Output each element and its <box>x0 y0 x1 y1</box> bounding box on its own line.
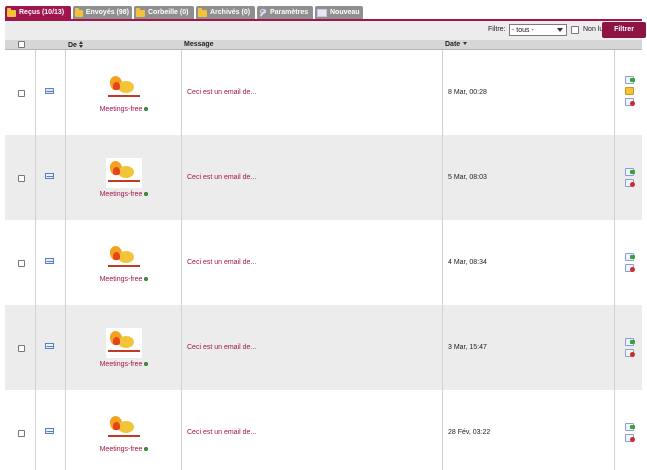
message-date: 5 Mar, 08:03 <box>448 174 487 181</box>
tab-label: Corbeille (0) <box>148 9 189 16</box>
delete-icon[interactable] <box>625 98 635 106</box>
message-date: 8 Mar, 00:28 <box>448 89 487 96</box>
avatar[interactable] <box>106 73 142 103</box>
online-status-icon <box>144 192 149 196</box>
sender-link[interactable]: Meetings-free <box>98 191 150 198</box>
reply-icon[interactable] <box>625 423 635 431</box>
tab-label: Nouveau <box>330 9 360 16</box>
table-row[interactable]: Meetings-free Ceci est un email de... 4 … <box>5 220 642 306</box>
row-checkbox[interactable] <box>18 175 25 182</box>
tab-sent[interactable]: Envoyés (98) <box>73 6 132 20</box>
online-status-icon <box>144 362 149 366</box>
reply-icon[interactable] <box>625 338 635 346</box>
column-from[interactable]: De <box>68 41 84 49</box>
delete-icon[interactable] <box>625 264 635 272</box>
tab-label: Envoyés (98) <box>85 9 129 16</box>
sort-down-icon <box>463 42 468 45</box>
archive-icon[interactable] <box>625 87 634 95</box>
sender-name: Meetings-free <box>99 361 143 368</box>
sender-name: Meetings-free <box>99 446 143 453</box>
unread-envelope-icon <box>45 173 54 179</box>
message-date: 28 Fév, 03:22 <box>448 429 491 436</box>
message-date: 4 Mar, 08:34 <box>448 259 487 266</box>
unread-label: Non lu <box>583 26 604 33</box>
folder-icon <box>136 7 145 17</box>
unread-envelope-icon <box>45 343 54 349</box>
avatar[interactable] <box>106 413 142 443</box>
table-row[interactable]: Meetings-free Ceci est un email de... 28… <box>5 390 642 470</box>
table-header: De Message Date <box>5 40 642 50</box>
sender-name: Meetings-free <box>99 106 143 113</box>
table-row[interactable]: Meetings-free Ceci est un email de... 5 … <box>5 135 642 221</box>
column-from-label: De <box>68 42 77 49</box>
row-checkbox[interactable] <box>18 430 25 437</box>
sender-link[interactable]: Meetings-free <box>98 106 150 113</box>
tab-label: Archivés (0) <box>210 9 251 16</box>
column-date-label: Date <box>445 41 461 48</box>
select-all-checkbox[interactable] <box>18 41 25 48</box>
avatar[interactable] <box>106 328 142 358</box>
table-row[interactable]: Meetings-free Ceci est un email de... 3 … <box>5 305 642 391</box>
table-row[interactable]: Meetings-free Ceci est un email de... 8 … <box>5 50 642 136</box>
filter-select[interactable]: - tous - <box>509 24 567 36</box>
row-checkbox[interactable] <box>18 345 25 352</box>
column-message: Message <box>184 41 214 48</box>
tab-trash[interactable]: Corbeille (0) <box>134 6 194 20</box>
folder-icon <box>198 7 207 17</box>
online-status-icon <box>144 107 149 111</box>
folder-icon <box>75 7 83 17</box>
sender-name: Meetings-free <box>99 191 143 198</box>
delete-icon[interactable] <box>625 434 635 442</box>
row-checkbox[interactable] <box>18 90 25 97</box>
tab-label: Reçus (10/13) <box>19 9 65 16</box>
filter-button[interactable]: Filtrer <box>602 22 646 38</box>
folder-icon <box>7 7 16 17</box>
delete-icon[interactable] <box>625 349 635 357</box>
chevron-down-icon <box>557 28 563 32</box>
message-preview[interactable]: Ceci est un email de... <box>187 89 256 96</box>
new-mail-icon <box>317 9 327 17</box>
message-preview[interactable]: Ceci est un email de... <box>187 429 256 436</box>
sender-link[interactable]: Meetings-free <box>98 446 150 453</box>
sender-link[interactable]: Meetings-free <box>98 361 150 368</box>
read-envelope-icon <box>45 88 54 94</box>
delete-icon[interactable] <box>625 179 635 187</box>
message-date: 3 Mar, 15:47 <box>448 344 487 351</box>
avatar[interactable] <box>106 243 142 273</box>
online-status-icon <box>144 447 149 451</box>
online-status-icon <box>144 277 149 281</box>
column-date[interactable]: Date <box>445 41 468 48</box>
unread-checkbox[interactable] <box>571 26 579 34</box>
message-preview[interactable]: Ceci est un email de... <box>187 174 256 181</box>
sender-name: Meetings-free <box>99 276 143 283</box>
sender-link[interactable]: Meetings-free <box>98 276 150 283</box>
filter-select-value: - tous - <box>512 27 534 34</box>
tab-label: Paramètres <box>270 9 309 16</box>
reply-icon[interactable] <box>625 76 635 84</box>
tab-settings[interactable]: Paramètres <box>257 6 313 20</box>
unread-envelope-icon <box>45 258 54 264</box>
sort-icon <box>78 41 84 48</box>
tab-archived[interactable]: Archivés (0) <box>196 6 255 20</box>
wrench-icon <box>259 9 267 17</box>
message-preview[interactable]: Ceci est un email de... <box>187 344 256 351</box>
unread-envelope-icon <box>45 428 54 434</box>
filter-bar: Filtre: - tous - Non lu Filtrer <box>5 21 646 40</box>
tab-inbox[interactable]: Reçus (10/13) <box>5 6 71 20</box>
reply-icon[interactable] <box>625 253 635 261</box>
row-checkbox[interactable] <box>18 260 25 267</box>
filter-label: Filtre: <box>488 26 506 33</box>
reply-icon[interactable] <box>625 168 635 176</box>
tab-new[interactable]: Nouveau <box>315 6 363 20</box>
message-preview[interactable]: Ceci est un email de... <box>187 259 256 266</box>
folder-tabs: Reçus (10/13) Envoyés (98) Corbeille (0)… <box>5 6 363 20</box>
avatar[interactable] <box>106 158 142 188</box>
